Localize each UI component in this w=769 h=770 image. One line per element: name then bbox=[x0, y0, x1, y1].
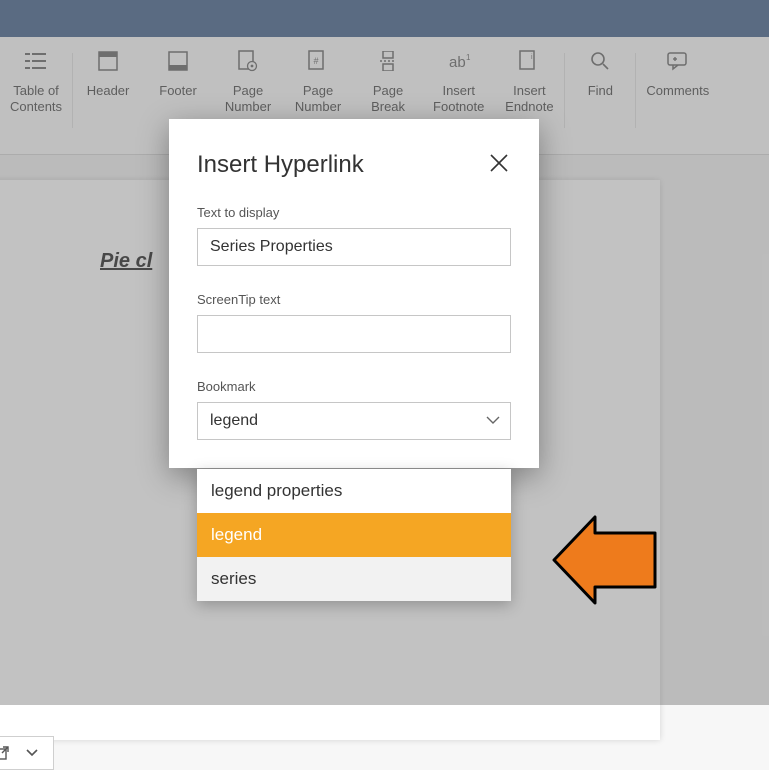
page-gear-icon bbox=[238, 49, 258, 73]
header-icon bbox=[98, 49, 118, 73]
ribbon-item-pagenum[interactable]: # Page Number bbox=[283, 49, 353, 114]
svg-text:i: i bbox=[531, 54, 533, 61]
bookmark-select[interactable]: legend bbox=[197, 402, 511, 440]
ribbon-label: Footer bbox=[159, 83, 197, 99]
dropdown-option-selected[interactable]: legend bbox=[197, 513, 511, 557]
ribbon-item-header[interactable]: Header bbox=[73, 49, 143, 99]
window-titlebar bbox=[0, 0, 769, 37]
ribbon-label: Page Number bbox=[225, 83, 271, 114]
page-number-icon: # bbox=[308, 49, 328, 73]
open-external-button[interactable] bbox=[0, 738, 17, 768]
ribbon-item-endnote[interactable]: i Insert Endnote bbox=[494, 49, 564, 114]
svg-text:ab: ab bbox=[449, 54, 466, 71]
endnote-icon: i bbox=[519, 49, 539, 73]
ribbon-label: Table of Contents bbox=[10, 83, 62, 114]
more-button[interactable] bbox=[17, 738, 47, 768]
ribbon-item-pagesetup[interactable]: Page Number bbox=[213, 49, 283, 114]
ribbon-item-footnote[interactable]: ab1 Insert Footnote bbox=[423, 49, 494, 114]
bookmark-selected-value: legend bbox=[210, 412, 258, 430]
footnote-icon: ab1 bbox=[447, 49, 471, 73]
screentip-group: ScreenTip text bbox=[197, 292, 511, 353]
annotation-arrow bbox=[550, 515, 660, 610]
ribbon-item-toc[interactable]: Table of Contents bbox=[0, 49, 72, 114]
bookmark-group: Bookmark legend bbox=[197, 379, 511, 440]
screentip-label: ScreenTip text bbox=[197, 292, 511, 307]
ribbon-label: Page Number bbox=[295, 83, 341, 114]
ribbon-label: Comments bbox=[646, 83, 709, 99]
ribbon-label: Find bbox=[588, 83, 613, 99]
screentip-input[interactable] bbox=[197, 315, 511, 353]
find-icon bbox=[590, 49, 610, 73]
svg-text:1: 1 bbox=[466, 53, 471, 62]
floating-toolbar bbox=[0, 736, 54, 770]
ribbon-item-find[interactable]: Find bbox=[565, 49, 635, 99]
text-display-input[interactable] bbox=[197, 228, 511, 266]
insert-hyperlink-dialog: Insert Hyperlink Text to display ScreenT… bbox=[169, 119, 539, 468]
ribbon-label: Page Break bbox=[371, 83, 405, 114]
close-button[interactable] bbox=[483, 147, 515, 179]
chevron-down-icon bbox=[486, 412, 500, 430]
footer-icon bbox=[168, 49, 188, 73]
toc-icon bbox=[25, 49, 47, 73]
ribbon-label: Insert Endnote bbox=[505, 83, 553, 114]
ribbon-label: Header bbox=[87, 83, 130, 99]
ribbon-item-pagebreak[interactable]: Page Break bbox=[353, 49, 423, 114]
bookmark-label: Bookmark bbox=[197, 379, 511, 394]
comments-icon bbox=[667, 49, 689, 73]
dropdown-option[interactable]: series bbox=[197, 557, 511, 601]
ribbon-label: Insert Footnote bbox=[433, 83, 484, 114]
close-icon bbox=[489, 153, 509, 173]
text-display-group: Text to display bbox=[197, 205, 511, 266]
text-display-label: Text to display bbox=[197, 205, 511, 220]
page-break-icon bbox=[378, 49, 398, 73]
svg-text:#: # bbox=[314, 56, 319, 66]
ribbon-item-comments[interactable]: Comments bbox=[636, 49, 719, 99]
dialog-title: Insert Hyperlink bbox=[197, 151, 511, 179]
bookmark-dropdown: legend properties legend series bbox=[197, 469, 511, 601]
ribbon-item-footer[interactable]: Footer bbox=[143, 49, 213, 99]
dropdown-option[interactable]: legend properties bbox=[197, 469, 511, 513]
